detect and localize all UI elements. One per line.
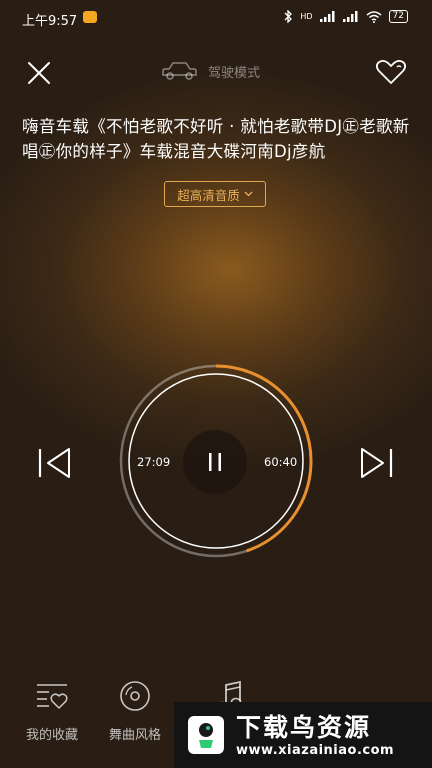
drive-mode-button[interactable]: 驾驶模式 [160,60,260,82]
bird-logo-icon [188,716,224,754]
pause-button[interactable] [183,430,247,494]
app-notification-icon [83,11,97,23]
quality-selector[interactable]: 超高清音质 [164,181,266,207]
song-title: 嗨音车载《不怕老歌不好听 · 就怕老歌带DJ㊣老歌新唱㊣你的样子》车载混音大碟河… [22,117,410,161]
heart-icon [375,59,407,84]
signal-icon-2 [342,11,358,22]
current-time: 27:09 [137,455,171,469]
tab-favorites[interactable]: 我的收藏 [12,676,92,743]
battery-indicator: 72 [388,10,408,23]
signal-icon [319,11,335,22]
bluetooth-icon [284,10,293,23]
close-button[interactable] [24,58,54,88]
status-time: 上午9:57 [22,14,78,29]
status-indicators: HD 72 [284,10,408,23]
car-icon [162,62,197,80]
chevron-down-icon [244,191,253,197]
drive-mode-label: 驾驶模式 [208,65,261,81]
tab-dance-styles-label: 舞曲风格 [108,728,161,743]
skip-next-icon [361,448,393,478]
favorite-button[interactable] [374,58,408,86]
watermark-title: 下载鸟资源 [236,712,372,742]
tab-favorites-label: 我的收藏 [25,728,78,743]
next-button[interactable] [356,446,396,480]
watermark-banner: 下载鸟资源 www.xiazainiao.com [174,702,432,768]
status-bar: 上午9:57 HD 72 [0,0,432,36]
close-icon [28,62,50,84]
tab-dance-styles[interactable]: 舞曲风格 [95,676,175,743]
watermark-text: 下载鸟资源 www.xiazainiao.com [236,713,394,758]
pause-icon [209,453,221,471]
previous-button[interactable] [36,446,76,480]
quality-label: 超高清音质 [177,187,240,203]
watermark-url: www.xiazainiao.com [236,742,395,758]
network-type-label: HD [300,12,313,21]
total-time: 60:40 [264,455,298,469]
disc-icon [120,681,150,711]
favorites-icon [37,684,68,710]
wifi-icon [366,10,382,23]
skip-previous-icon [38,448,70,478]
